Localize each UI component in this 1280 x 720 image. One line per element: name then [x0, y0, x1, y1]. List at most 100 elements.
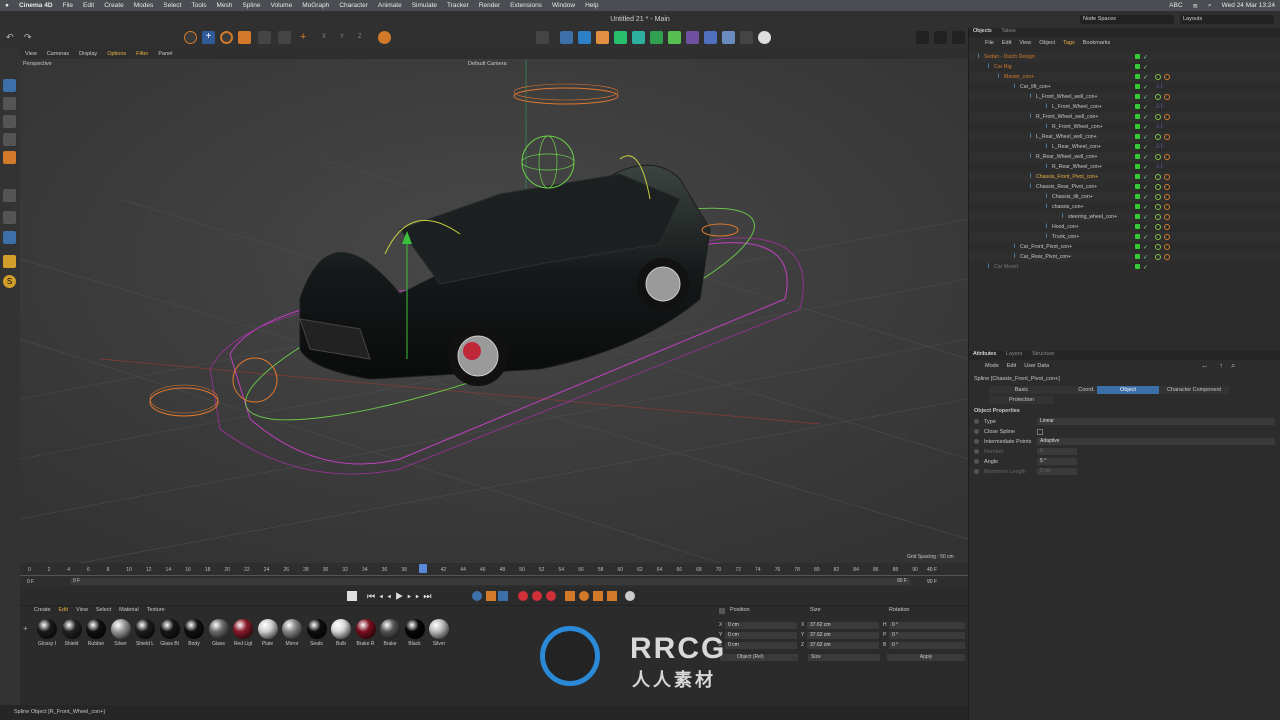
objects-menu-bookmarks[interactable]: Bookmarks — [1079, 40, 1115, 46]
menu-edit[interactable]: Edit — [78, 2, 99, 9]
rotation-key-icon[interactable] — [579, 591, 589, 601]
object-row[interactable]: ⌇ L_Front_Wheel_con+ ✓ ·⁞·⁞· — [969, 102, 1280, 112]
tag-icon[interactable] — [1155, 154, 1161, 160]
object-row[interactable]: ⌇ Car Rig ✓ — [969, 62, 1280, 72]
tag-icon[interactable] — [1155, 194, 1161, 200]
property-radio-icon[interactable] — [974, 429, 979, 434]
objects-menu-object[interactable]: Object — [1035, 40, 1059, 46]
visibility-toggle[interactable] — [1135, 234, 1140, 239]
tag-icon[interactable] — [1155, 244, 1161, 250]
tag-icon[interactable] — [1164, 94, 1170, 100]
preview-range-icon[interactable] — [486, 591, 496, 601]
position-field[interactable]: 0 cm — [725, 642, 797, 649]
material-item[interactable]: Brake R — [355, 619, 377, 647]
end-frame-b[interactable]: 90 F — [927, 579, 937, 585]
edges-mode-icon[interactable] — [3, 133, 16, 146]
menu-animate[interactable]: Animate — [373, 2, 407, 9]
polygons-mode-icon[interactable] — [3, 151, 16, 164]
array-icon[interactable] — [632, 31, 645, 44]
y-axis-lock-icon[interactable]: Y — [340, 31, 353, 44]
material-item[interactable]: Glass — [208, 619, 230, 647]
material-item[interactable]: Brake — [379, 619, 401, 647]
property-radio-icon[interactable] — [974, 469, 979, 474]
menu-select[interactable]: Select — [158, 2, 186, 9]
viewport-menu-cameras[interactable]: Cameras — [42, 51, 74, 57]
objects-menu-view[interactable]: View — [1015, 40, 1035, 46]
param-key-icon[interactable] — [607, 591, 617, 601]
visibility-toggle[interactable] — [1135, 244, 1140, 249]
tag-icon[interactable] — [1164, 224, 1170, 230]
rotation-field[interactable]: 0 ° — [889, 642, 965, 649]
object-row[interactable]: ⌇ Master_con+ ✓ — [969, 72, 1280, 82]
material-menu-material[interactable]: Material — [115, 607, 143, 613]
material-item[interactable]: Silver — [110, 619, 132, 647]
rotation-field[interactable]: 0 ° — [889, 622, 965, 629]
motion-tool-icon[interactable] — [498, 591, 508, 601]
visibility-toggle[interactable] — [1135, 154, 1140, 159]
workplane-icon[interactable] — [3, 231, 16, 244]
visibility-toggle[interactable] — [1135, 204, 1140, 209]
size-field[interactable]: 37.62 cm — [807, 622, 879, 629]
visibility-toggle[interactable] — [1135, 194, 1140, 199]
tab-layers[interactable]: Layers — [1002, 351, 1027, 357]
material-item[interactable]: Silver — [428, 619, 450, 647]
objects-menu-tags[interactable]: Tags — [1059, 40, 1079, 46]
tab-takes[interactable]: Takes — [997, 28, 1019, 34]
timeline-settings-icon[interactable] — [625, 591, 635, 601]
object-row[interactable]: ⌇ Chassis_Rear_Pivot_con+ ✓ — [969, 182, 1280, 192]
rotation-field[interactable]: 0 ° — [889, 632, 965, 639]
material-item[interactable]: Shield — [61, 619, 83, 647]
keyframe-selection-icon[interactable] — [546, 591, 556, 601]
object-tree[interactable]: ⌇ Sedan - Dutch Design ✓ ⌇ Car Rig ✓ ⌇ Master_c… — [969, 52, 1280, 282]
search-icon[interactable]: ⌕ — [1203, 2, 1217, 10]
environment-icon[interactable] — [722, 31, 735, 44]
record-icon[interactable] — [518, 591, 528, 601]
tag-icon[interactable] — [1164, 134, 1170, 140]
size-field[interactable]: 37.62 cm — [807, 642, 879, 649]
size-field[interactable]: 37.62 cm — [807, 632, 879, 639]
material-item[interactable]: Black — [404, 619, 426, 647]
position-field[interactable]: 0 cm — [725, 622, 797, 629]
menu-tools[interactable]: Tools — [186, 2, 211, 9]
close-spline-checkbox[interactable] — [1037, 429, 1043, 435]
subtab-character-component[interactable]: Character Component — [1159, 386, 1229, 394]
brush-icon[interactable] — [596, 31, 609, 44]
material-menu-view[interactable]: View — [72, 607, 92, 613]
undo-icon[interactable]: ↶ — [6, 31, 19, 44]
model-mode-icon[interactable] — [3, 79, 16, 92]
add-material-icon[interactable]: + — [23, 624, 28, 633]
property-radio-icon[interactable] — [974, 459, 979, 464]
tag-icon[interactable] — [1155, 114, 1161, 120]
visibility-toggle[interactable] — [1135, 164, 1140, 169]
z-axis-lock-icon[interactable]: Z — [358, 31, 371, 44]
property-value[interactable]: 5 ° — [1037, 458, 1077, 465]
frame-range-slider[interactable]: 0 F 90 F — [70, 578, 910, 585]
abc-indicator[interactable]: ABC — [1164, 2, 1187, 9]
tag-icon[interactable] — [1164, 254, 1170, 260]
up-arrow-icon[interactable]: ↑ — [1219, 361, 1223, 370]
object-row[interactable]: ⌇ Sedan - Dutch Design ✓ — [969, 52, 1280, 62]
axis-icon[interactable]: + — [300, 31, 313, 44]
object-row[interactable]: ⌇ R_Front_Wheel_con+ ✓ ·⁞·⁞· — [969, 122, 1280, 132]
tag-icon[interactable] — [1155, 174, 1161, 180]
property-radio-icon[interactable] — [974, 419, 979, 424]
object-row[interactable]: ⌇ L_Front_Wheel_well_con+ ✓ — [969, 92, 1280, 102]
material-item[interactable]: Mirror — [281, 619, 303, 647]
property-radio-icon[interactable] — [974, 449, 979, 454]
render-region-icon[interactable] — [916, 31, 929, 44]
property-dropdown[interactable]: Linear — [1037, 418, 1275, 425]
layouts-dropdown[interactable]: Layouts — [1180, 15, 1274, 24]
visibility-toggle[interactable] — [1135, 64, 1140, 69]
material-item[interactable]: Glass Bl — [159, 619, 181, 647]
visibility-toggle[interactable] — [1135, 134, 1140, 139]
menu-render[interactable]: Render — [474, 2, 505, 9]
material-item[interactable]: Red Ligl — [232, 619, 254, 647]
tag-icon[interactable] — [1155, 254, 1161, 260]
tag-icon[interactable] — [1164, 204, 1170, 210]
deformer-icon[interactable] — [686, 31, 699, 44]
subtab-basic[interactable]: Basic — [989, 386, 1054, 394]
object-row[interactable]: ⌇ R_Rear_Wheel_con+ ✓ ·⁞·⁞· — [969, 162, 1280, 172]
visibility-toggle[interactable] — [1135, 124, 1140, 129]
objects-menu-edit[interactable]: Edit — [998, 40, 1015, 46]
viewport-menu-filter[interactable]: Filter — [131, 51, 153, 57]
